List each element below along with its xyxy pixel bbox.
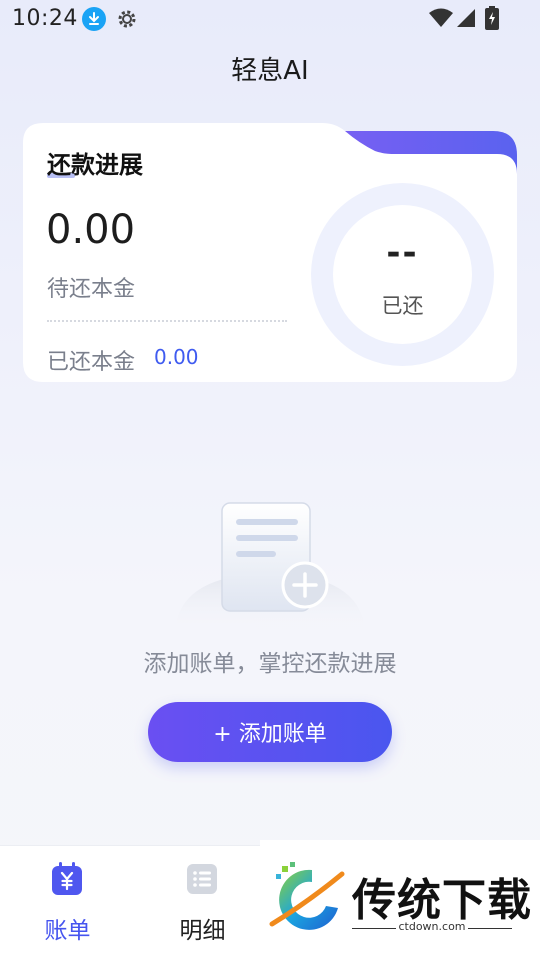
empty-state-message: 添加账单，掌控还款进展 — [143, 651, 397, 677]
progress-ring: -- 已还 — [311, 183, 494, 366]
wifi-icon — [429, 8, 453, 27]
signal-icon — [457, 9, 475, 27]
tab-bills[interactable]: 账单 — [0, 846, 135, 960]
paid-principal-label: 已还本金 — [47, 350, 136, 375]
watermark-logo-icon — [269, 862, 345, 930]
paid-label: 已还 — [381, 294, 424, 318]
remaining-principal-amount: 0.00 — [46, 207, 136, 253]
tab-details-label: 明细 — [179, 918, 226, 944]
gear-icon — [118, 10, 136, 28]
card-title: 还款进展 — [47, 151, 143, 179]
paid-principal-value: 0.00 — [154, 345, 199, 369]
bill-icon — [52, 862, 82, 895]
status-time: 10:24 — [12, 6, 78, 31]
repayment-progress-card: 还款进展 0.00 待还本金 已还本金 0.00 -- 已还 — [23, 123, 517, 382]
battery-icon — [485, 6, 499, 30]
tab-details[interactable]: 明细 — [135, 846, 270, 960]
paid-percentage: -- — [386, 233, 419, 273]
empty-bill-illustration — [175, 502, 365, 630]
progress-ring-center: -- 已还 — [333, 205, 472, 344]
watermark: 传统下载 ctdown.com — [260, 840, 540, 960]
watermark-url: ctdown.com — [398, 920, 466, 933]
watermark-rule-right — [468, 928, 512, 929]
tab-bills-label: 账单 — [44, 918, 91, 944]
add-bill-button[interactable]: + 添加账单 — [148, 702, 392, 762]
download-icon — [82, 7, 106, 31]
app-title: 轻息AI — [231, 56, 309, 86]
list-icon — [187, 864, 217, 894]
watermark-text: 传统下载 — [352, 875, 532, 926]
status-bar: 10:24 — [0, 0, 540, 38]
divider — [47, 320, 287, 322]
remaining-principal-label: 待还本金 — [47, 277, 136, 302]
